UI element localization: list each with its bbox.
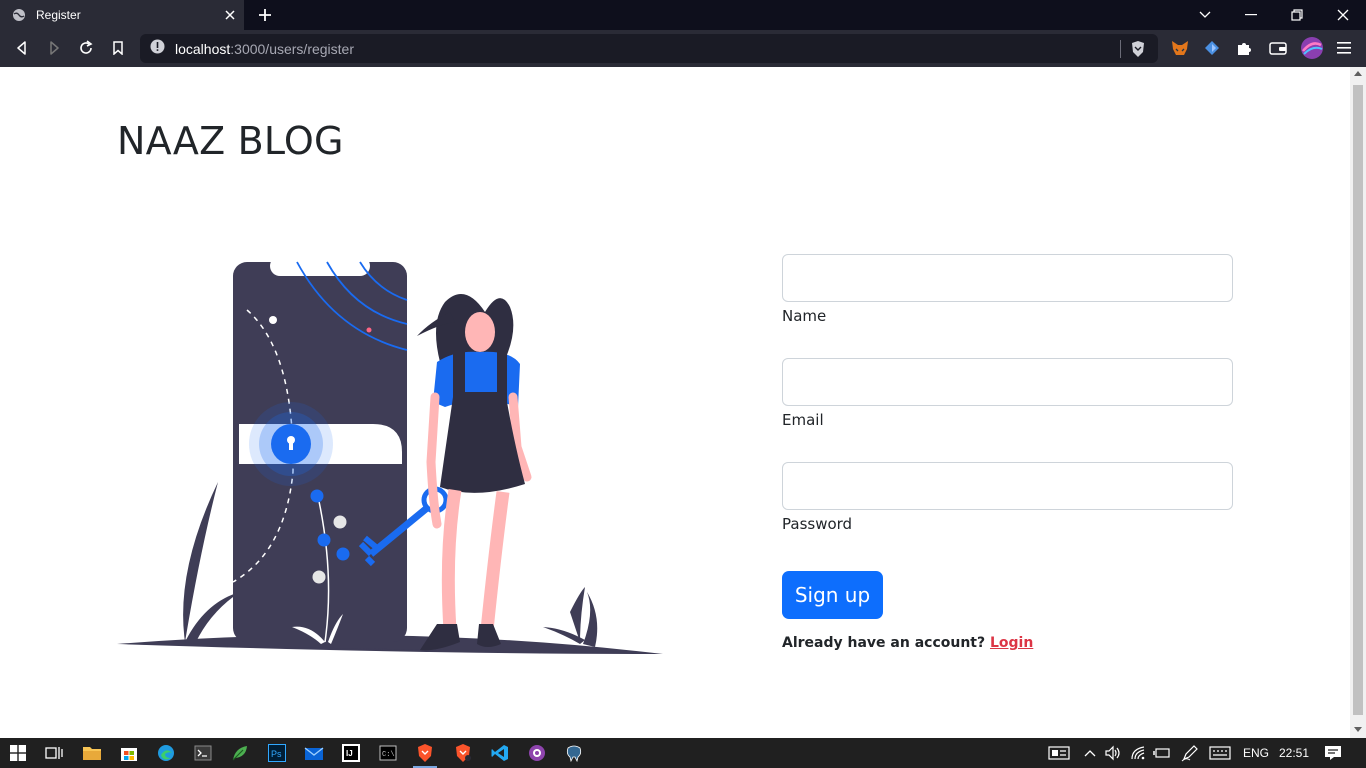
page-scrollbar[interactable] (1350, 67, 1366, 738)
account-prompt-text: Already have an account? (782, 635, 986, 651)
puzzle-icon[interactable] (1231, 35, 1257, 61)
metamask-icon[interactable] (1167, 35, 1193, 61)
file-explorer-icon[interactable] (80, 741, 104, 765)
login-prompt: Already have an account? Login (782, 635, 1234, 651)
pen-icon[interactable] (1178, 741, 1202, 765)
tab-title: Register (36, 8, 81, 22)
password-field-group: Password (782, 462, 1234, 566)
intellij-icon[interactable]: IJ (339, 741, 363, 765)
name-input[interactable] (782, 254, 1233, 302)
terminal-icon[interactable] (191, 741, 215, 765)
postgresql-icon[interactable] (562, 741, 586, 765)
menu-icon[interactable] (1331, 35, 1357, 61)
bookmark-icon[interactable] (104, 34, 132, 62)
url-text[interactable]: localhost:3000/users/register (175, 41, 354, 57)
email-label: Email (782, 411, 824, 429)
register-form: Name Email Password Sign up Already have… (782, 254, 1234, 651)
password-label: Password (782, 515, 853, 533)
news-widget-icon[interactable] (1047, 741, 1071, 765)
restore-icon[interactable] (1274, 0, 1320, 30)
language-indicator[interactable]: ENG (1243, 746, 1269, 760)
name-field-group: Name (782, 254, 1234, 358)
login-link[interactable]: Login (990, 635, 1033, 651)
close-tab-icon[interactable] (216, 1, 244, 29)
email-field-group: Email (782, 358, 1234, 462)
svg-text:Ps: Ps (271, 749, 282, 759)
browser-tabbar: Register (0, 0, 1366, 30)
windows-taskbar: Ps IJ C:\ ENG 22:51 (0, 738, 1366, 768)
chevron-down-icon[interactable] (1182, 0, 1228, 30)
address-bar[interactable]: localhost:3000/users/register (140, 34, 1158, 63)
reload-icon[interactable] (72, 34, 100, 62)
windows-start-icon[interactable] (6, 741, 30, 765)
signup-button[interactable]: Sign up (782, 571, 883, 619)
url-host: localhost (175, 40, 231, 57)
volume-icon[interactable] (1101, 741, 1125, 765)
name-label: Name (782, 307, 827, 325)
url-separator (1120, 40, 1121, 58)
clock[interactable]: 22:51 (1279, 746, 1309, 760)
brave-browser-icon[interactable] (413, 741, 437, 765)
command-prompt-icon[interactable]: C:\ (376, 741, 400, 765)
wallet-icon[interactable] (1265, 35, 1291, 61)
password-input[interactable] (782, 462, 1233, 510)
url-path: :3000/users/register (230, 40, 354, 57)
back-icon[interactable] (8, 34, 36, 62)
profile-avatar[interactable] (1299, 35, 1325, 61)
login-illustration (115, 252, 665, 657)
svg-text:IJ: IJ (346, 749, 353, 758)
notification-icon[interactable] (1321, 741, 1345, 765)
svg-text:C:\: C:\ (382, 751, 395, 759)
page-content: NAAZ BLOG Name Email Password Sign up Al… (0, 67, 1350, 738)
task-view-icon[interactable] (42, 741, 66, 765)
browser-tab[interactable]: Register (0, 0, 244, 30)
scroll-down-icon[interactable] (1354, 727, 1362, 732)
photoshop-icon[interactable]: Ps (265, 741, 289, 765)
leaf-app-icon[interactable] (228, 741, 252, 765)
scroll-up-icon[interactable] (1354, 71, 1362, 76)
forward-icon[interactable] (40, 34, 68, 62)
keyboard-icon[interactable] (1208, 741, 1232, 765)
close-window-icon[interactable] (1320, 0, 1366, 30)
globe-icon (12, 8, 26, 22)
edge-icon[interactable] (154, 741, 178, 765)
minimize-icon[interactable] (1228, 0, 1274, 30)
new-tab-icon[interactable] (252, 2, 278, 28)
brave-beta-icon[interactable] (451, 741, 475, 765)
battery-icon[interactable] (1150, 741, 1174, 765)
brand-title: NAAZ BLOG (117, 119, 344, 163)
microsoft-store-icon[interactable] (117, 741, 141, 765)
info-icon[interactable] (150, 39, 165, 59)
browser-toolbar: localhost:3000/users/register (0, 30, 1366, 67)
scroll-thumb[interactable] (1353, 85, 1363, 715)
extension-diamond-icon[interactable] (1199, 35, 1225, 61)
email-input[interactable] (782, 358, 1233, 406)
mail-icon[interactable] (302, 741, 326, 765)
brave-shields-icon[interactable] (1130, 40, 1146, 63)
wifi-icon[interactable] (1127, 741, 1151, 765)
chevron-up-icon[interactable] (1078, 741, 1102, 765)
vscode-icon[interactable] (488, 741, 512, 765)
github-desktop-icon[interactable] (525, 741, 549, 765)
